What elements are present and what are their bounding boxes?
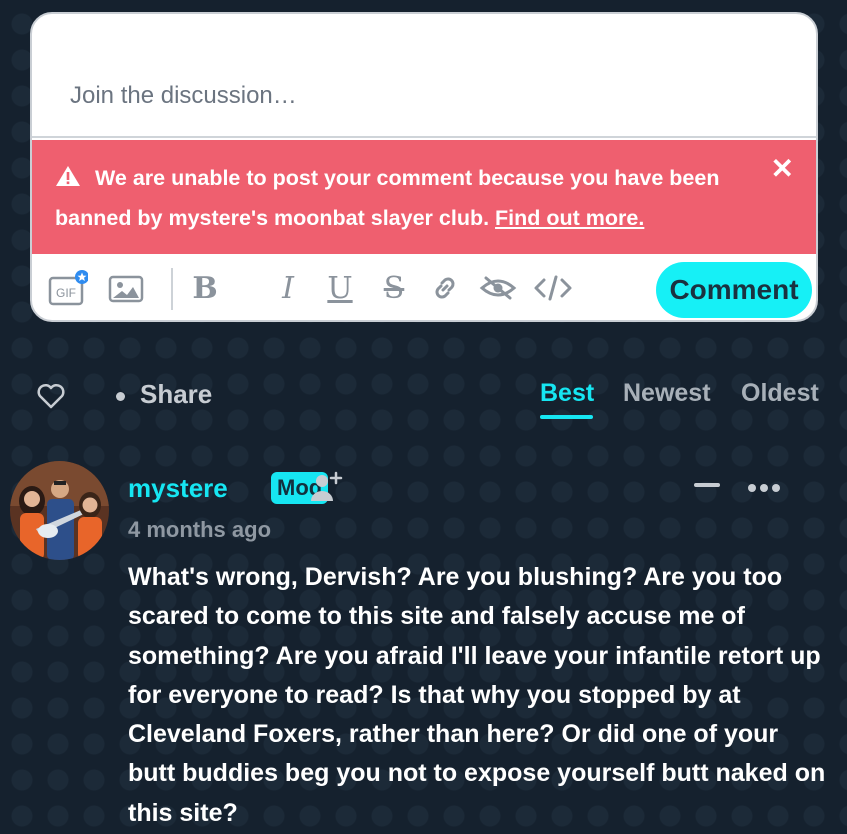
- sort-tab-best[interactable]: Best: [540, 379, 594, 408]
- more-options-icon[interactable]: [744, 479, 784, 495]
- bold-button[interactable]: B: [190, 270, 220, 306]
- comment-author[interactable]: mystere: [128, 473, 228, 504]
- toolbar-divider: [171, 268, 173, 310]
- italic-button[interactable]: I: [274, 270, 302, 306]
- link-icon: [435, 277, 455, 299]
- code-icon: [534, 275, 572, 301]
- sort-tab-oldest[interactable]: Oldest: [741, 379, 819, 408]
- underline-button[interactable]: U: [326, 270, 354, 306]
- warning-icon: [56, 166, 80, 186]
- strikethrough-icon: S: [383, 270, 405, 306]
- strikethrough-button[interactable]: S: [378, 270, 410, 306]
- avatar-photo: [10, 461, 109, 560]
- gif-icon: GIF: [48, 270, 88, 306]
- comment-body: What's wrong, Dervish? Are you blushing?…: [128, 563, 826, 827]
- close-icon[interactable]: ✕: [771, 154, 794, 184]
- share-button[interactable]: Share: [140, 379, 212, 410]
- spoiler-button[interactable]: [478, 270, 518, 306]
- image-button[interactable]: [108, 270, 144, 306]
- active-sort-indicator: [540, 415, 593, 419]
- find-out-more-link[interactable]: Find out more.: [495, 206, 644, 230]
- formatting-toolbar: GIF B I U S Comment: [32, 254, 816, 320]
- comment-button[interactable]: Comment: [656, 262, 812, 318]
- comment-composer: We are unable to post your comment becau…: [30, 12, 818, 322]
- comment-timestamp[interactable]: 4 months ago: [128, 517, 271, 543]
- ban-alert: We are unable to post your comment becau…: [32, 140, 816, 254]
- underline-icon: U: [327, 270, 353, 306]
- italic-icon: I: [282, 270, 294, 306]
- comment-item: mystere Mod 4 months ago What's wrong, D…: [0, 455, 847, 834]
- follow-user-icon[interactable]: [310, 469, 344, 503]
- collapse-icon[interactable]: [694, 483, 720, 487]
- heart-icon[interactable]: [36, 381, 66, 411]
- image-icon: [108, 275, 144, 303]
- avatar[interactable]: [10, 461, 109, 560]
- share-bullet: [116, 392, 125, 401]
- code-button[interactable]: [532, 270, 574, 306]
- sort-tab-newest[interactable]: Newest: [623, 379, 711, 408]
- link-button[interactable]: [428, 270, 462, 306]
- comment-input[interactable]: [32, 14, 816, 138]
- discussion-actions: Share Best Newest Oldest: [0, 375, 847, 425]
- bold-icon: B: [192, 270, 218, 306]
- svg-text:GIF: GIF: [56, 286, 76, 300]
- eye-slash-icon: [479, 276, 517, 300]
- gif-button[interactable]: GIF: [48, 270, 88, 306]
